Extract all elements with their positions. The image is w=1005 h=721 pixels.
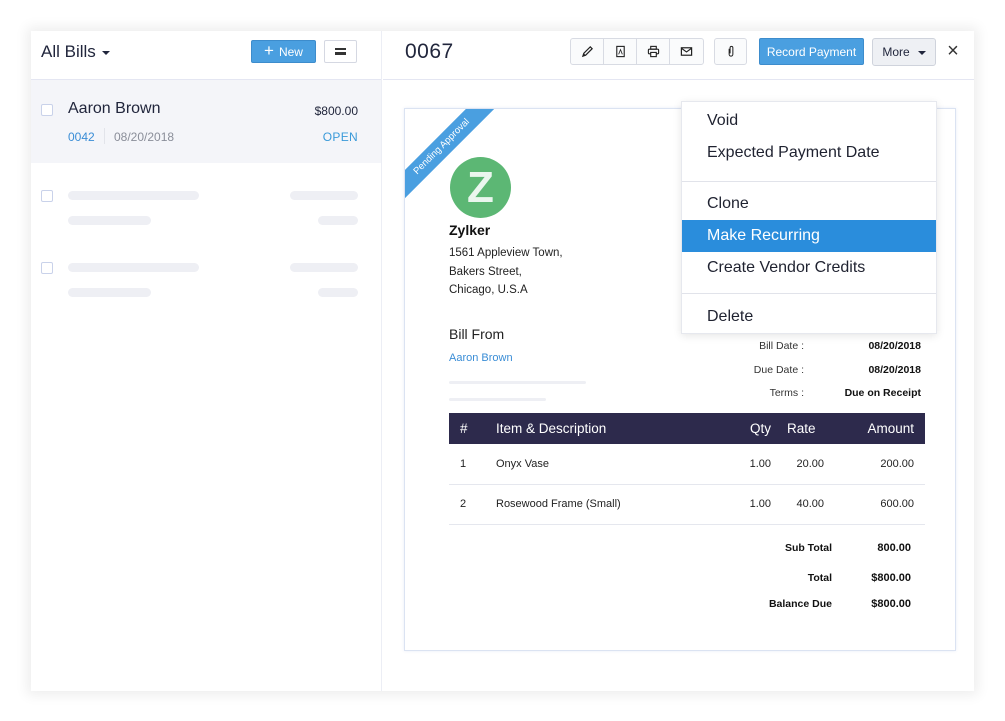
cell-rate: 40.00 (773, 484, 837, 525)
cell-qty: 1.00 (713, 444, 773, 485)
list-options-button[interactable] (324, 40, 357, 63)
company-address-line: 1561 Appleview Town, (449, 247, 563, 259)
col-header-rate: Rate (787, 421, 816, 436)
menu-item-delete[interactable]: Delete (682, 301, 936, 333)
bill-date-value: 08/20/2018 (868, 340, 921, 352)
placeholder-line (68, 288, 151, 297)
line-items-table: # Item & Description Qty Rate Amount 1 O… (449, 413, 925, 525)
terms-value: Due on Receipt (844, 387, 921, 399)
more-dropdown-button[interactable]: More (872, 38, 936, 66)
table-row: 2 Rosewood Frame (Small) 1.00 40.00 600.… (449, 484, 925, 525)
due-date-value: 08/20/2018 (868, 364, 921, 376)
cell-item: Rosewood Frame (Small) (491, 484, 713, 525)
cell-amount: 600.00 (837, 484, 925, 525)
new-button-label: New (278, 44, 303, 59)
cell-rate: 20.00 (773, 444, 837, 485)
placeholder-line (68, 216, 151, 225)
table-header-row: # Item & Description Qty Rate Amount (449, 413, 925, 444)
placeholder-list-item (31, 235, 381, 307)
caret-down-icon (917, 51, 926, 55)
placeholder-list-item (31, 163, 381, 235)
placeholder-line (68, 263, 199, 272)
due-date-label: Due Date : (753, 364, 804, 376)
menu-divider (682, 293, 936, 294)
attach-button[interactable] (714, 38, 747, 65)
placeholder-line (449, 381, 586, 384)
action-icon-group (570, 38, 704, 65)
placeholder-line (68, 191, 199, 200)
cell-amount: 200.00 (837, 444, 925, 485)
col-header-number: # (460, 421, 468, 436)
bill-from-label: Bill From (449, 326, 505, 342)
menu-item-expected-payment-date[interactable]: Expected Payment Date (682, 137, 936, 169)
placeholder-line (318, 216, 358, 225)
sub-total-value: 800.00 (877, 542, 911, 554)
bills-list-pane: All Bills + New Aaron Brown $800.00 0042… (31, 31, 382, 691)
new-bill-button[interactable]: + New (251, 40, 316, 63)
placeholder-line (318, 288, 358, 297)
bill-status-badge: OPEN (322, 130, 358, 144)
col-header-qty: Qty (749, 421, 771, 436)
hamburger-icon (335, 48, 346, 55)
list-header: All Bills + New (31, 31, 381, 80)
menu-item-create-vendor-credits[interactable]: Create Vendor Credits (682, 252, 936, 284)
mail-icon (680, 47, 693, 56)
placeholder-line (290, 263, 358, 272)
bill-amount: $800.00 (314, 104, 358, 118)
company-name: Zylker (449, 222, 491, 238)
list-title-label: All Bills (41, 42, 96, 61)
edit-button[interactable] (571, 39, 604, 64)
pdf-icon (615, 45, 625, 58)
caret-down-icon (101, 51, 110, 55)
more-dropdown-menu: Void Expected Payment Date Clone Make Re… (681, 101, 937, 334)
cell-item: Onyx Vase (491, 444, 713, 485)
divider (104, 128, 105, 144)
bill-select-checkbox[interactable] (41, 104, 53, 116)
bills-app: All Bills + New Aaron Brown $800.00 0042… (31, 31, 974, 691)
bill-date: 08/20/2018 (114, 130, 175, 144)
company-address-line: Bakers Street, (449, 266, 522, 278)
record-payment-button[interactable]: Record Payment (759, 38, 864, 65)
total-label: Total (807, 572, 832, 584)
col-header-item: Item & Description (496, 421, 607, 436)
plus-icon: + (264, 41, 274, 60)
bill-vendor-name: Aaron Brown (68, 100, 161, 117)
pdf-button[interactable] (604, 39, 637, 64)
cell-number: 1 (449, 444, 491, 485)
pencil-icon (581, 46, 593, 58)
company-address-line: Chicago, U.S.A (449, 284, 528, 296)
email-button[interactable] (670, 39, 703, 64)
paperclip-icon (728, 45, 733, 57)
bill-from-vendor-link[interactable]: Aaron Brown (449, 352, 513, 364)
cell-number: 2 (449, 484, 491, 525)
menu-item-make-recurring[interactable]: Make Recurring (682, 220, 936, 252)
menu-item-clone[interactable]: Clone (682, 188, 936, 220)
placeholder-checkbox[interactable] (41, 190, 53, 202)
close-icon[interactable]: × (945, 41, 961, 61)
bill-number-title: 0067 (405, 40, 454, 63)
company-logo: Z (450, 157, 511, 218)
menu-divider (682, 181, 936, 182)
menu-item-void[interactable]: Void (682, 105, 936, 137)
all-bills-filter-dropdown[interactable]: All Bills (41, 42, 110, 62)
bill-list-item[interactable]: Aaron Brown $800.00 0042 08/20/2018 OPEN (31, 80, 381, 163)
col-header-amount: Amount (867, 421, 914, 436)
bill-number-link[interactable]: 0042 (68, 130, 95, 144)
more-button-label: More (882, 45, 910, 59)
print-button[interactable] (637, 39, 670, 64)
balance-due-value: $800.00 (871, 598, 911, 610)
terms-label: Terms : (769, 387, 804, 399)
sub-total-label: Sub Total (784, 542, 832, 554)
bill-date-label: Bill Date : (759, 340, 804, 352)
detail-header: 0067 Record Payment More × (383, 31, 974, 80)
placeholder-line (290, 191, 358, 200)
printer-icon (647, 45, 659, 58)
cell-qty: 1.00 (713, 484, 773, 525)
table-row: 1 Onyx Vase 1.00 20.00 200.00 (449, 444, 925, 485)
placeholder-checkbox[interactable] (41, 262, 53, 274)
total-value: $800.00 (871, 572, 911, 584)
placeholder-line (449, 398, 546, 401)
balance-due-label: Balance Due (768, 598, 832, 610)
